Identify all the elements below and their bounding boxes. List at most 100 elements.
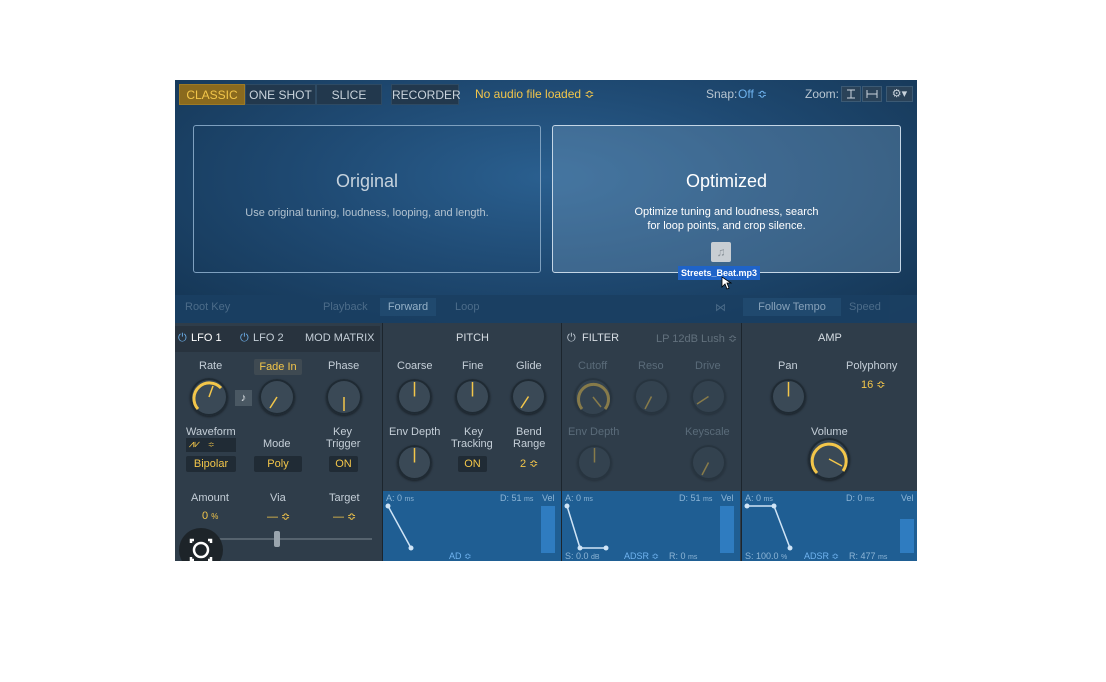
- amount-value[interactable]: 0 %: [202, 510, 218, 522]
- key-tracking-label-line2: Tracking: [451, 438, 493, 450]
- reso-label: Reso: [638, 360, 664, 372]
- drive-knob[interactable]: [691, 379, 726, 414]
- bend-range-label-line2: Range: [513, 438, 546, 450]
- amp-envelope-graph[interactable]: A: 0 ms D: 0 ms Vel S: 100.0 % ADSR ≎ R:…: [742, 491, 917, 561]
- zoom-label: Zoom:: [805, 87, 840, 101]
- snap-label: Snap:: [706, 87, 738, 101]
- polyphony-selector[interactable]: 16 ≎: [861, 378, 886, 391]
- key-trigger-toggle[interactable]: ON: [329, 456, 358, 472]
- volume-knob[interactable]: [808, 438, 850, 480]
- waveform-selector[interactable]: ⩘⩗ ≎: [186, 438, 236, 452]
- drop-zone-area: CLASSIC ONE SHOT SLICE RECORDER No audio…: [175, 80, 917, 323]
- key-trigger-label-line2: Trigger: [326, 438, 361, 450]
- lfo1-power-icon[interactable]: ⏻: [178, 332, 187, 345]
- pitch-velocity-meter[interactable]: [541, 506, 555, 553]
- waveform-icon: ⩘⩗ ≎: [186, 439, 215, 450]
- via-label: Via: [270, 492, 286, 504]
- settings-menu-button[interactable]: ⚙▾: [886, 86, 913, 102]
- env-depth-knob[interactable]: [397, 445, 432, 480]
- sampler-window: CLASSIC ONE SHOT SLICE RECORDER No audio…: [175, 80, 917, 561]
- pitch-envelope-graph[interactable]: A: 0 ms D: 51 ms Vel AD ≎: [383, 491, 561, 561]
- key-tracking-toggle[interactable]: ON: [458, 456, 487, 472]
- fine-label: Fine: [462, 360, 484, 372]
- lfo2-power-icon[interactable]: ⏻: [240, 332, 249, 345]
- forward-button[interactable]: Forward: [380, 298, 436, 316]
- fade-in-button[interactable]: Fade In: [254, 359, 302, 375]
- keyscale-knob[interactable]: [691, 445, 726, 480]
- playback-strip: Root Key Playback Forward Loop ⋈ Follow …: [175, 295, 917, 323]
- playback-label: Playback: [323, 301, 368, 313]
- env-depth-label: Env Depth: [389, 426, 441, 438]
- pitch-envelope-type[interactable]: AD ≎: [449, 551, 472, 561]
- zoom-vertical-button[interactable]: [841, 86, 861, 102]
- filter-header: FILTER: [582, 332, 620, 344]
- dragged-file-label[interactable]: Streets_Beat.mp3: [678, 266, 761, 280]
- reso-knob[interactable]: [634, 379, 669, 414]
- zoom-horizontal-icon: [866, 90, 878, 98]
- filter-velocity-meter[interactable]: [720, 506, 734, 553]
- tab-mod-matrix[interactable]: MOD MATRIX: [305, 332, 374, 344]
- target-label: Target: [329, 492, 360, 504]
- glide-label: Glide: [516, 360, 542, 372]
- sync-note-button[interactable]: ♪: [235, 390, 252, 406]
- tab-lfo1[interactable]: LFO 1: [191, 332, 222, 344]
- mouse-pointer-icon: [721, 276, 733, 290]
- glide-knob[interactable]: [511, 379, 546, 414]
- filter-env-depth-knob[interactable]: [577, 445, 612, 480]
- pan-label: Pan: [778, 360, 798, 372]
- amp-envelope-type[interactable]: ADSR ≎: [804, 551, 839, 561]
- key-tracking-label-line1: Key: [464, 426, 483, 438]
- amp-header: AMP: [818, 332, 842, 344]
- synth-panel: ⏻ LFO 1 ⏻ LFO 2 MOD MATRIX Rate Fade In …: [175, 323, 917, 561]
- mode-classic-button[interactable]: CLASSIC: [179, 84, 245, 105]
- pan-knob[interactable]: [771, 379, 806, 414]
- filter-type-selector[interactable]: LP 12dB Lush ≎: [656, 332, 737, 345]
- loop-toggle-icon[interactable]: ⋈: [715, 301, 726, 314]
- drive-label: Drive: [695, 360, 721, 372]
- root-key-label: Root Key: [185, 301, 231, 313]
- cutoff-label: Cutoff: [578, 360, 608, 372]
- coarse-knob[interactable]: [397, 379, 432, 414]
- target-selector[interactable]: — ≎: [333, 510, 356, 523]
- snap-selector[interactable]: Off ≎: [738, 87, 767, 101]
- gear-icon: ⚙▾: [891, 88, 908, 100]
- filter-power-icon[interactable]: ⏻: [567, 332, 576, 345]
- loop-label: Loop: [455, 301, 480, 313]
- mode-slice-button[interactable]: SLICE: [316, 84, 382, 105]
- original-description: Use original tuning, loudness, looping, …: [245, 207, 489, 219]
- mode-one-shot-button[interactable]: ONE SHOT: [245, 84, 316, 105]
- original-card[interactable]: Original Use original tuning, loudness, …: [193, 125, 541, 273]
- lens-button[interactable]: [179, 528, 223, 561]
- via-selector[interactable]: — ≎: [267, 510, 290, 523]
- filter-envelope-type[interactable]: ADSR ≎: [624, 551, 659, 561]
- lens-icon: [189, 538, 213, 561]
- zoom-horizontal-button[interactable]: [862, 86, 882, 102]
- fade-in-knob[interactable]: [259, 379, 295, 415]
- waveform-label: Waveform: [186, 426, 236, 438]
- phase-knob[interactable]: [326, 379, 362, 415]
- note-icon: ♪: [240, 392, 247, 404]
- recorder-button[interactable]: RECORDER: [391, 84, 461, 105]
- follow-tempo-button[interactable]: Follow Tempo: [743, 298, 841, 316]
- fine-knob[interactable]: [455, 379, 490, 414]
- amount-slider-track[interactable]: [217, 538, 372, 540]
- optimized-title: Optimized: [685, 171, 768, 191]
- volume-label: Volume: [811, 426, 848, 438]
- pitch-header: PITCH: [456, 332, 489, 344]
- amount-label: Amount: [191, 492, 229, 504]
- mode-label: Mode: [263, 438, 291, 450]
- coarse-label: Coarse: [397, 360, 433, 372]
- bend-range-label-line1: Bend: [516, 426, 542, 438]
- filter-envelope-graph[interactable]: A: 0 ms D: 51 ms Vel S: 0.0 dB ADSR ≎ R:…: [562, 491, 740, 561]
- waveform-value[interactable]: Bipolar: [186, 456, 236, 472]
- cutoff-knob[interactable]: [574, 378, 612, 416]
- bend-range-selector[interactable]: 2 ≎: [520, 457, 538, 470]
- audio-file-icon: ♫: [711, 242, 731, 262]
- amount-slider-handle[interactable]: [274, 531, 280, 547]
- mode-selector[interactable]: Poly: [254, 456, 302, 472]
- tab-lfo2[interactable]: LFO 2: [253, 332, 284, 344]
- audio-file-selector[interactable]: No audio file loaded ≎: [475, 87, 594, 101]
- amp-velocity-meter[interactable]: [900, 519, 914, 553]
- rate-knob[interactable]: [190, 378, 228, 416]
- original-title: Original: [335, 171, 399, 191]
